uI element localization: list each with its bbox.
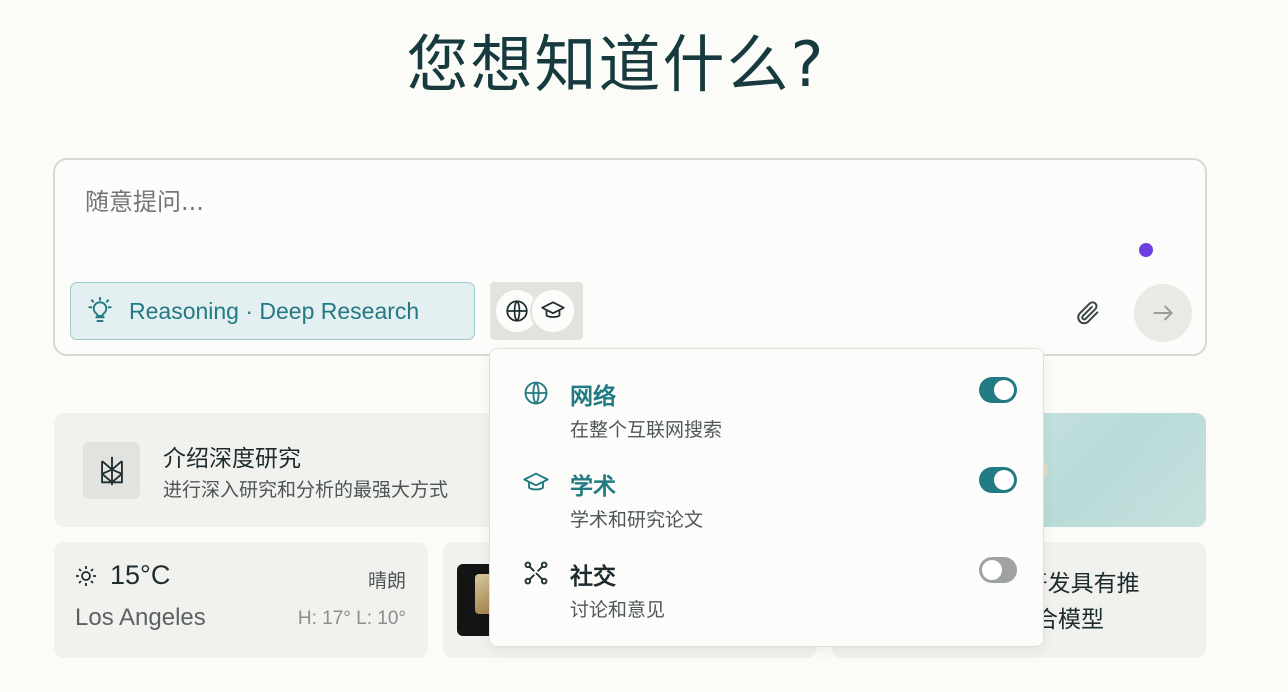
weather-temperature: 15°C (110, 560, 171, 590)
source-academic-chip (530, 288, 576, 334)
perplexity-logo-icon (83, 442, 140, 499)
sources-button[interactable] (490, 282, 583, 340)
submit-button[interactable] (1134, 284, 1192, 342)
mode-selector-button[interactable]: Reasoning · Deep Research (70, 282, 475, 340)
weather-condition: 晴朗 (367, 570, 406, 592)
weather-card[interactable]: 15°C 晴朗 Los Angeles H: 17° L: 10° (54, 542, 428, 658)
page-title: 您想知道什么? (406, 28, 826, 101)
search-input[interactable] (85, 188, 985, 216)
globe-icon (524, 381, 548, 405)
web-toggle[interactable] (979, 377, 1017, 403)
lightbulb-icon (88, 296, 112, 322)
network-icon (524, 561, 548, 585)
research-card-subtitle: 进行深入研究和分析的最强大方式 (163, 479, 449, 501)
source-option-academic[interactable]: 学术 学术和研究论文 (490, 439, 1045, 531)
academic-toggle[interactable] (979, 467, 1017, 493)
arrow-right-icon (1153, 305, 1174, 321)
source-option-social[interactable]: 社交 讨论和意见 (490, 529, 1045, 621)
source-option-label: 社交 (570, 564, 616, 590)
globe-icon (506, 300, 528, 322)
source-option-description: 学术和研究论文 (570, 509, 704, 531)
graduation-cap-icon (541, 301, 565, 318)
sources-dropdown: 网络 在整个互联网搜索 学术 学术和研究论文 社交 讨论和意见 (489, 348, 1044, 647)
weather-city: Los Angeles (75, 604, 206, 631)
source-option-web[interactable]: 网络 在整个互联网搜索 (490, 349, 1045, 441)
graduation-cap-icon (523, 472, 549, 491)
sun-icon (76, 566, 96, 586)
mode-label: Reasoning · Deep Research (129, 297, 420, 324)
source-option-label: 网络 (570, 384, 616, 410)
source-option-label: 学术 (570, 474, 616, 500)
search-box[interactable]: Reasoning · Deep Research (53, 158, 1207, 356)
status-dot (1139, 243, 1153, 257)
source-option-description: 在整个互联网搜索 (570, 419, 723, 441)
social-toggle[interactable] (979, 557, 1017, 583)
weather-high-low: H: 17° L: 10° (297, 608, 406, 629)
research-card-title: 介绍深度研究 (163, 446, 301, 472)
attach-button[interactable] (1071, 296, 1105, 330)
paperclip-icon (1077, 301, 1099, 325)
source-option-description: 讨论和意见 (570, 599, 666, 621)
